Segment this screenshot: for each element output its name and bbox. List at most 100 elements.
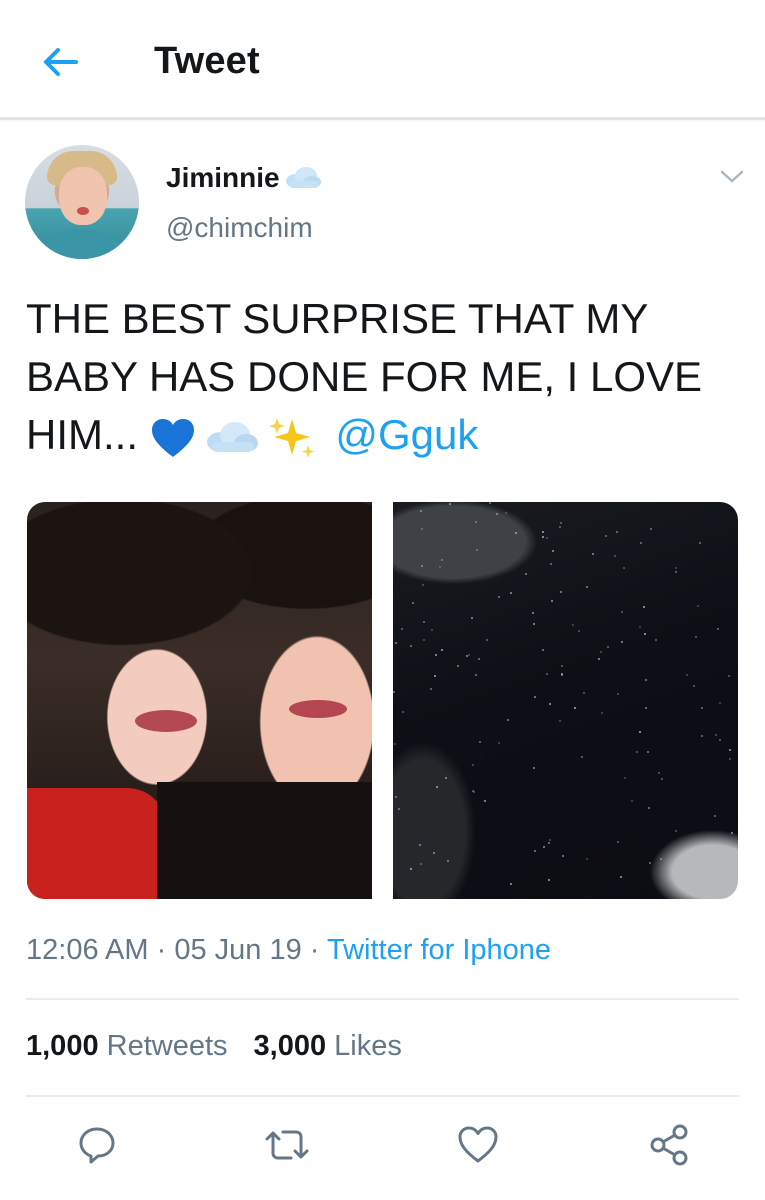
sky-star xyxy=(719,739,721,741)
sky-star xyxy=(697,605,699,607)
sky-star xyxy=(620,876,622,878)
sky-star xyxy=(560,591,562,593)
sky-star xyxy=(686,674,688,676)
sky-star xyxy=(600,651,602,653)
mention-link[interactable]: @Gguk xyxy=(335,411,478,458)
likes-stat[interactable]: 3,000 Likes xyxy=(254,1030,402,1063)
retweet-icon xyxy=(265,1130,309,1160)
sky-star xyxy=(661,778,663,780)
avatar[interactable] xyxy=(25,145,139,259)
photo-selfie[interactable] xyxy=(27,502,372,899)
author-name-text: Jiminnie xyxy=(166,162,280,193)
sky-star xyxy=(617,841,619,843)
sky-star xyxy=(410,645,412,647)
likes-count: 3,000 xyxy=(253,1030,327,1062)
back-button[interactable] xyxy=(36,40,84,84)
sky-star xyxy=(648,807,650,809)
sky-star xyxy=(639,626,641,628)
retweets-label: Retweets xyxy=(106,1030,228,1062)
sky-star xyxy=(643,606,645,608)
avatar-mouth xyxy=(77,207,89,215)
blue-heart-icon xyxy=(151,418,194,457)
retweet-button[interactable] xyxy=(262,1120,312,1170)
photo-detail xyxy=(135,710,197,732)
sky-star xyxy=(639,731,641,733)
sky-star xyxy=(449,503,451,505)
sky-star xyxy=(549,839,551,841)
sky-star xyxy=(695,636,697,638)
sky-star xyxy=(623,567,625,569)
sky-star xyxy=(420,863,422,865)
sky-star xyxy=(472,790,474,792)
sky-star xyxy=(561,665,563,667)
share-icon xyxy=(650,1124,688,1166)
more-options-button[interactable] xyxy=(714,162,750,192)
sky-star xyxy=(574,707,576,709)
sky-star xyxy=(498,742,500,744)
sky-star xyxy=(559,526,561,528)
sky-star xyxy=(586,586,588,588)
sky-star xyxy=(605,535,607,537)
sky-star xyxy=(645,679,647,681)
sky-star xyxy=(430,688,432,690)
sky-star xyxy=(496,513,498,515)
sky-star xyxy=(439,566,441,568)
sky-star xyxy=(731,832,733,834)
sky-star xyxy=(510,592,512,594)
sky-star xyxy=(592,553,594,555)
tweet-stats: 1,000 Retweets 3,000 Likes xyxy=(26,1030,402,1063)
sky-star xyxy=(395,642,397,644)
separator: · xyxy=(309,934,320,966)
retweets-count: 1,000 xyxy=(26,1030,99,1062)
sky-star xyxy=(714,815,716,817)
share-button[interactable] xyxy=(644,1120,694,1170)
cloud-icon xyxy=(206,421,258,452)
sky-star xyxy=(617,693,619,695)
sky-star xyxy=(640,542,642,544)
sky-star xyxy=(401,628,403,630)
sky-star xyxy=(498,596,500,598)
sky-star xyxy=(468,654,470,656)
arrow-left-icon xyxy=(44,48,78,76)
sky-star xyxy=(601,712,603,714)
photo-night-sky[interactable] xyxy=(393,502,738,899)
sky-star xyxy=(435,654,437,656)
reply-button[interactable] xyxy=(72,1120,122,1170)
sky-star xyxy=(533,767,535,769)
sky-star xyxy=(412,602,414,604)
sky-star xyxy=(542,536,544,538)
retweets-stat[interactable]: 1,000 Retweets xyxy=(26,1030,228,1063)
divider xyxy=(26,1095,739,1097)
sky-star xyxy=(561,674,563,676)
sky-star xyxy=(421,528,423,530)
sky-star xyxy=(436,786,438,788)
sparkles-icon xyxy=(268,417,314,458)
sky-star xyxy=(614,555,616,557)
sky-star xyxy=(562,855,564,857)
sky-star xyxy=(445,777,447,779)
sky-star xyxy=(393,691,395,693)
sky-star xyxy=(475,674,477,676)
sky-star xyxy=(548,842,550,844)
sky-star xyxy=(546,673,548,675)
sky-star xyxy=(431,629,433,631)
sky-star xyxy=(583,692,585,694)
author-handle[interactable]: @chimchim xyxy=(166,212,313,244)
sky-star xyxy=(515,532,517,534)
chevron-down-icon xyxy=(720,170,744,183)
sky-star xyxy=(655,639,657,641)
tweet-source-link[interactable]: Twitter for Iphone xyxy=(327,934,551,966)
sky-star xyxy=(621,611,623,613)
sky-star xyxy=(572,624,574,626)
sky-star xyxy=(631,800,633,802)
author-display-name[interactable]: Jiminnie xyxy=(166,162,322,194)
reply-icon xyxy=(79,1127,115,1164)
like-button[interactable] xyxy=(453,1120,503,1170)
sky-star xyxy=(728,675,730,677)
sky-star xyxy=(489,502,491,504)
sky-star xyxy=(607,646,609,648)
sky-star xyxy=(701,707,703,709)
sky-star xyxy=(505,512,507,514)
sky-star xyxy=(647,751,649,753)
sky-star xyxy=(510,883,512,885)
